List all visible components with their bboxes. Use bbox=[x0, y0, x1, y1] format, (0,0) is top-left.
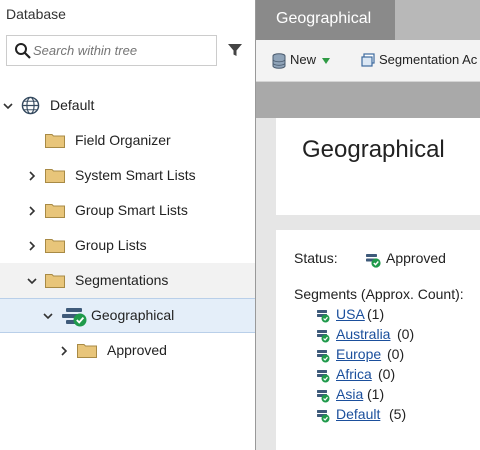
tree-node-system-smart-lists[interactable]: System Smart Lists bbox=[0, 158, 255, 193]
tree-label: Default bbox=[50, 97, 95, 113]
segment-count: (5) bbox=[389, 406, 407, 422]
title-card: Geographical bbox=[276, 118, 480, 215]
segment-link-asia[interactable]: Asia bbox=[336, 386, 363, 402]
tree-label: System Smart Lists bbox=[75, 167, 196, 183]
main-panel: Geographical New Segmentation Ac Geograp… bbox=[255, 0, 480, 450]
tree-node-segmentations[interactable]: Segmentations bbox=[0, 263, 255, 298]
folder-icon bbox=[45, 169, 65, 183]
tree-node-field-organizer[interactable]: Field Organizer bbox=[0, 123, 255, 158]
segment-link-australia[interactable]: Australia bbox=[336, 326, 390, 342]
folder-icon bbox=[77, 344, 97, 358]
tree-node-approved[interactable]: Approved bbox=[0, 333, 255, 368]
globe-icon bbox=[21, 96, 40, 115]
segment-approved-icon bbox=[317, 370, 330, 383]
tree-label: Segmentations bbox=[75, 272, 169, 288]
tree-node-group-smart-lists[interactable]: Group Smart Lists bbox=[0, 193, 255, 228]
new-label: New bbox=[290, 52, 317, 67]
toolbar: New Segmentation Ac bbox=[256, 40, 480, 82]
tree-panel: Database Default Field Organizer System … bbox=[0, 0, 255, 450]
status-label: Status: bbox=[294, 250, 338, 266]
filter-icon[interactable] bbox=[227, 42, 243, 58]
tree-node-default[interactable]: Default bbox=[0, 88, 255, 123]
chevron-down-icon[interactable] bbox=[43, 311, 53, 321]
tab-bar: Geographical bbox=[256, 0, 480, 40]
segment-link-usa[interactable]: USA bbox=[336, 306, 365, 322]
tab-geographical[interactable]: Geographical bbox=[256, 0, 395, 40]
caret-down-icon bbox=[322, 58, 330, 64]
folder-icon bbox=[45, 134, 65, 148]
folder-icon bbox=[45, 204, 65, 218]
segment-count: (1) bbox=[367, 306, 385, 322]
chevron-right-icon[interactable] bbox=[27, 171, 37, 181]
tree-label: Group Smart Lists bbox=[75, 202, 188, 218]
panel-title: Database bbox=[6, 6, 66, 22]
chevron-down-icon[interactable] bbox=[3, 101, 13, 111]
segmentation-actions-label: Segmentation Ac bbox=[379, 52, 478, 67]
segmentation-actions-button[interactable]: Segmentation Ac bbox=[361, 52, 480, 70]
chevron-right-icon[interactable] bbox=[27, 206, 37, 216]
tree-node-group-lists[interactable]: Group Lists bbox=[0, 228, 255, 263]
segmentation-approved-icon bbox=[366, 254, 381, 268]
segment-link-default[interactable]: Default bbox=[336, 406, 380, 422]
status-value: Approved bbox=[386, 250, 446, 266]
tree-label: Group Lists bbox=[75, 237, 147, 253]
chevron-right-icon[interactable] bbox=[59, 346, 69, 356]
chevron-down-icon[interactable] bbox=[27, 276, 37, 286]
search-box[interactable] bbox=[6, 35, 217, 66]
segment-count: (0) bbox=[387, 346, 405, 362]
header-strip bbox=[256, 82, 480, 118]
segment-approved-icon bbox=[317, 330, 330, 343]
tree-label: Approved bbox=[107, 342, 167, 358]
search-input[interactable] bbox=[33, 43, 213, 58]
segmentation-approved-icon bbox=[62, 308, 87, 327]
folder-icon bbox=[45, 274, 65, 288]
tree-node-geographical[interactable]: Geographical bbox=[0, 298, 255, 333]
database-icon bbox=[272, 53, 286, 69]
segment-approved-icon bbox=[317, 350, 330, 363]
segment-count: (0) bbox=[397, 326, 415, 342]
segment-link-africa[interactable]: Africa bbox=[336, 366, 372, 382]
segment-approved-icon bbox=[317, 410, 330, 423]
segment-link-europe[interactable]: Europe bbox=[336, 346, 381, 362]
segment-count: (1) bbox=[367, 386, 385, 402]
segment-count: (0) bbox=[378, 366, 396, 382]
tree-label: Field Organizer bbox=[75, 132, 171, 148]
tab-label: Geographical bbox=[276, 10, 372, 27]
details-card: Status: Approved Segments (Approx. Count… bbox=[276, 230, 480, 450]
segment-approved-icon bbox=[317, 390, 330, 403]
segmentation-icon bbox=[361, 53, 375, 67]
search-icon bbox=[15, 43, 31, 59]
segment-approved-icon bbox=[317, 310, 330, 323]
chevron-right-icon[interactable] bbox=[27, 241, 37, 251]
segments-label: Segments (Approx. Count): bbox=[294, 286, 464, 302]
page-title: Geographical bbox=[302, 136, 445, 163]
tree-label: Geographical bbox=[91, 307, 175, 323]
folder-icon bbox=[45, 239, 65, 253]
